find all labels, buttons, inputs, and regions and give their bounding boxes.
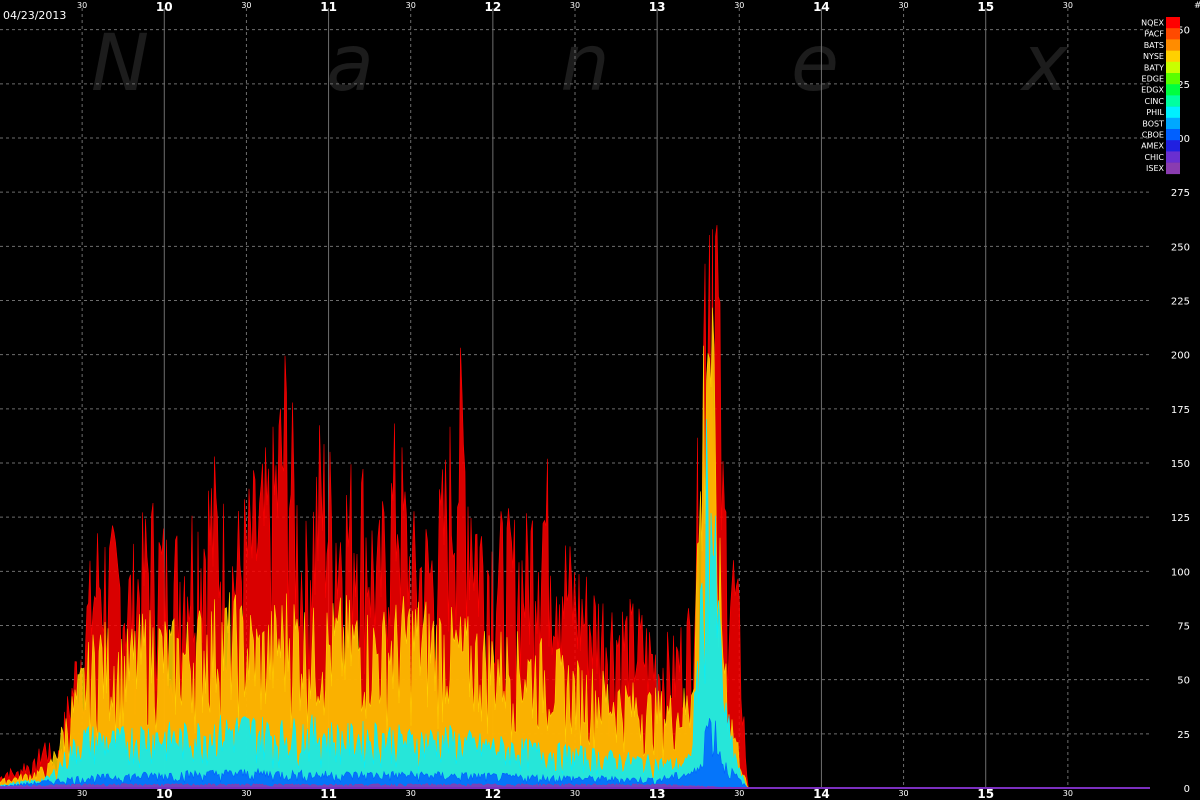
watermark: Na n e x bbox=[91, 19, 1069, 109]
legend-label: PACF bbox=[1144, 30, 1164, 39]
legend-swatch bbox=[1166, 17, 1180, 29]
y-axis-unit: # bbox=[1194, 1, 1200, 11]
legend-swatch bbox=[1166, 140, 1180, 152]
x-tick-half-label: 30 bbox=[77, 1, 87, 10]
legend-swatch bbox=[1166, 162, 1180, 175]
y-tick-label: 225 bbox=[1171, 297, 1190, 308]
watermark-letter: N bbox=[91, 19, 149, 109]
legend-swatch bbox=[1166, 95, 1180, 107]
activity-chart: Na n e x 10 10 11 11 12 12 13 13 14 14 15 15 30 30 30 30 30… bbox=[0, 0, 1200, 800]
x-tick-half-label: 30 bbox=[1063, 1, 1073, 10]
y-tick-label: 175 bbox=[1171, 405, 1190, 416]
x-tick-half-label: 30 bbox=[77, 789, 87, 798]
x-tick-half-label: 30 bbox=[570, 789, 580, 798]
x-tick-half-label: 30 bbox=[898, 1, 908, 10]
legend-label: NYSE bbox=[1143, 52, 1164, 61]
chart-stage: Na n e x 10 10 11 11 12 12 13 13 14 14 15 15 30 30 30 30 30… bbox=[0, 0, 1200, 800]
x-tick-hour-label: 15 bbox=[977, 0, 994, 14]
legend-swatch bbox=[1166, 73, 1180, 85]
x-tick-half-label: 30 bbox=[1063, 789, 1073, 798]
legend-swatch bbox=[1166, 151, 1180, 163]
y-tick-label: 275 bbox=[1171, 188, 1190, 199]
x-tick-hour-label: 11 bbox=[320, 0, 337, 14]
x-tick-half-label: 30 bbox=[898, 789, 908, 798]
legend-swatch bbox=[1166, 50, 1180, 63]
legend-swatch bbox=[1166, 61, 1180, 74]
watermark-letter: a bbox=[326, 19, 374, 109]
watermark-letter: e bbox=[791, 19, 839, 109]
x-tick-hour-label: 13 bbox=[649, 0, 666, 14]
x-tick-hour-label: 13 bbox=[649, 787, 666, 800]
x-tick-hour-label: 12 bbox=[485, 0, 502, 14]
legend-label: AMEX bbox=[1141, 142, 1164, 151]
x-tick-hour-label: 15 bbox=[977, 787, 994, 800]
legend-label: EDGE bbox=[1142, 75, 1164, 84]
x-tick-half-label: 30 bbox=[241, 1, 251, 10]
y-tick-label: 100 bbox=[1171, 567, 1190, 578]
x-tick-half-label: 30 bbox=[734, 789, 744, 798]
x-tick-hour-label: 14 bbox=[813, 0, 830, 14]
legend-label: ISEX bbox=[1146, 164, 1164, 173]
y-tick-label: 150 bbox=[1171, 459, 1190, 470]
series-nyse bbox=[0, 307, 1150, 789]
y-tick-label: 250 bbox=[1171, 242, 1190, 253]
y-tick-label: 25 bbox=[1177, 730, 1190, 741]
legend-label: BATY bbox=[1144, 63, 1164, 72]
legend-label: EDGX bbox=[1141, 86, 1164, 95]
legend-label: NQEX bbox=[1141, 19, 1164, 28]
legend-label: PHIL bbox=[1146, 108, 1164, 117]
legend-label: CBOE bbox=[1142, 131, 1164, 140]
legend-label: CHIC bbox=[1144, 153, 1164, 162]
legend-label: BATS bbox=[1144, 41, 1164, 50]
legend-swatch bbox=[1166, 28, 1180, 40]
legend-swatch bbox=[1166, 39, 1180, 51]
watermark-letter: x bbox=[1019, 19, 1069, 109]
y-tick-label: 50 bbox=[1177, 676, 1190, 687]
legend-label: CINC bbox=[1144, 97, 1164, 106]
x-tick-half-label: 30 bbox=[406, 1, 416, 10]
x-tick-hour-label: 14 bbox=[813, 787, 830, 800]
x-tick-hour-label: 10 bbox=[156, 0, 173, 14]
legend-swatch bbox=[1166, 106, 1180, 119]
y-tick-label: 0 bbox=[1184, 784, 1190, 795]
x-tick-half-label: 30 bbox=[570, 1, 580, 10]
legend-swatch bbox=[1166, 84, 1180, 96]
x-tick-hour-label: 11 bbox=[320, 787, 337, 800]
x-tick-half-label: 30 bbox=[241, 789, 251, 798]
legend: NQEX PACF BATS NYSE BATY EDGE EDGX CINC PHIL BOST… bbox=[1141, 17, 1180, 175]
x-tick-half-label: 30 bbox=[734, 1, 744, 10]
x-tick-half-label: 30 bbox=[406, 789, 416, 798]
x-tick-hour-label: 10 bbox=[156, 787, 173, 800]
legend-swatch bbox=[1166, 129, 1180, 141]
watermark-letter: n bbox=[560, 19, 609, 109]
x-tick-hour-label: 12 bbox=[485, 787, 502, 800]
y-tick-label: 125 bbox=[1171, 513, 1190, 524]
legend-swatch bbox=[1166, 117, 1180, 130]
date-label: 04/23/2013 bbox=[3, 9, 66, 22]
y-tick-label: 75 bbox=[1177, 622, 1190, 633]
legend-label: BOST bbox=[1142, 119, 1164, 128]
y-tick-label: 200 bbox=[1171, 351, 1190, 362]
